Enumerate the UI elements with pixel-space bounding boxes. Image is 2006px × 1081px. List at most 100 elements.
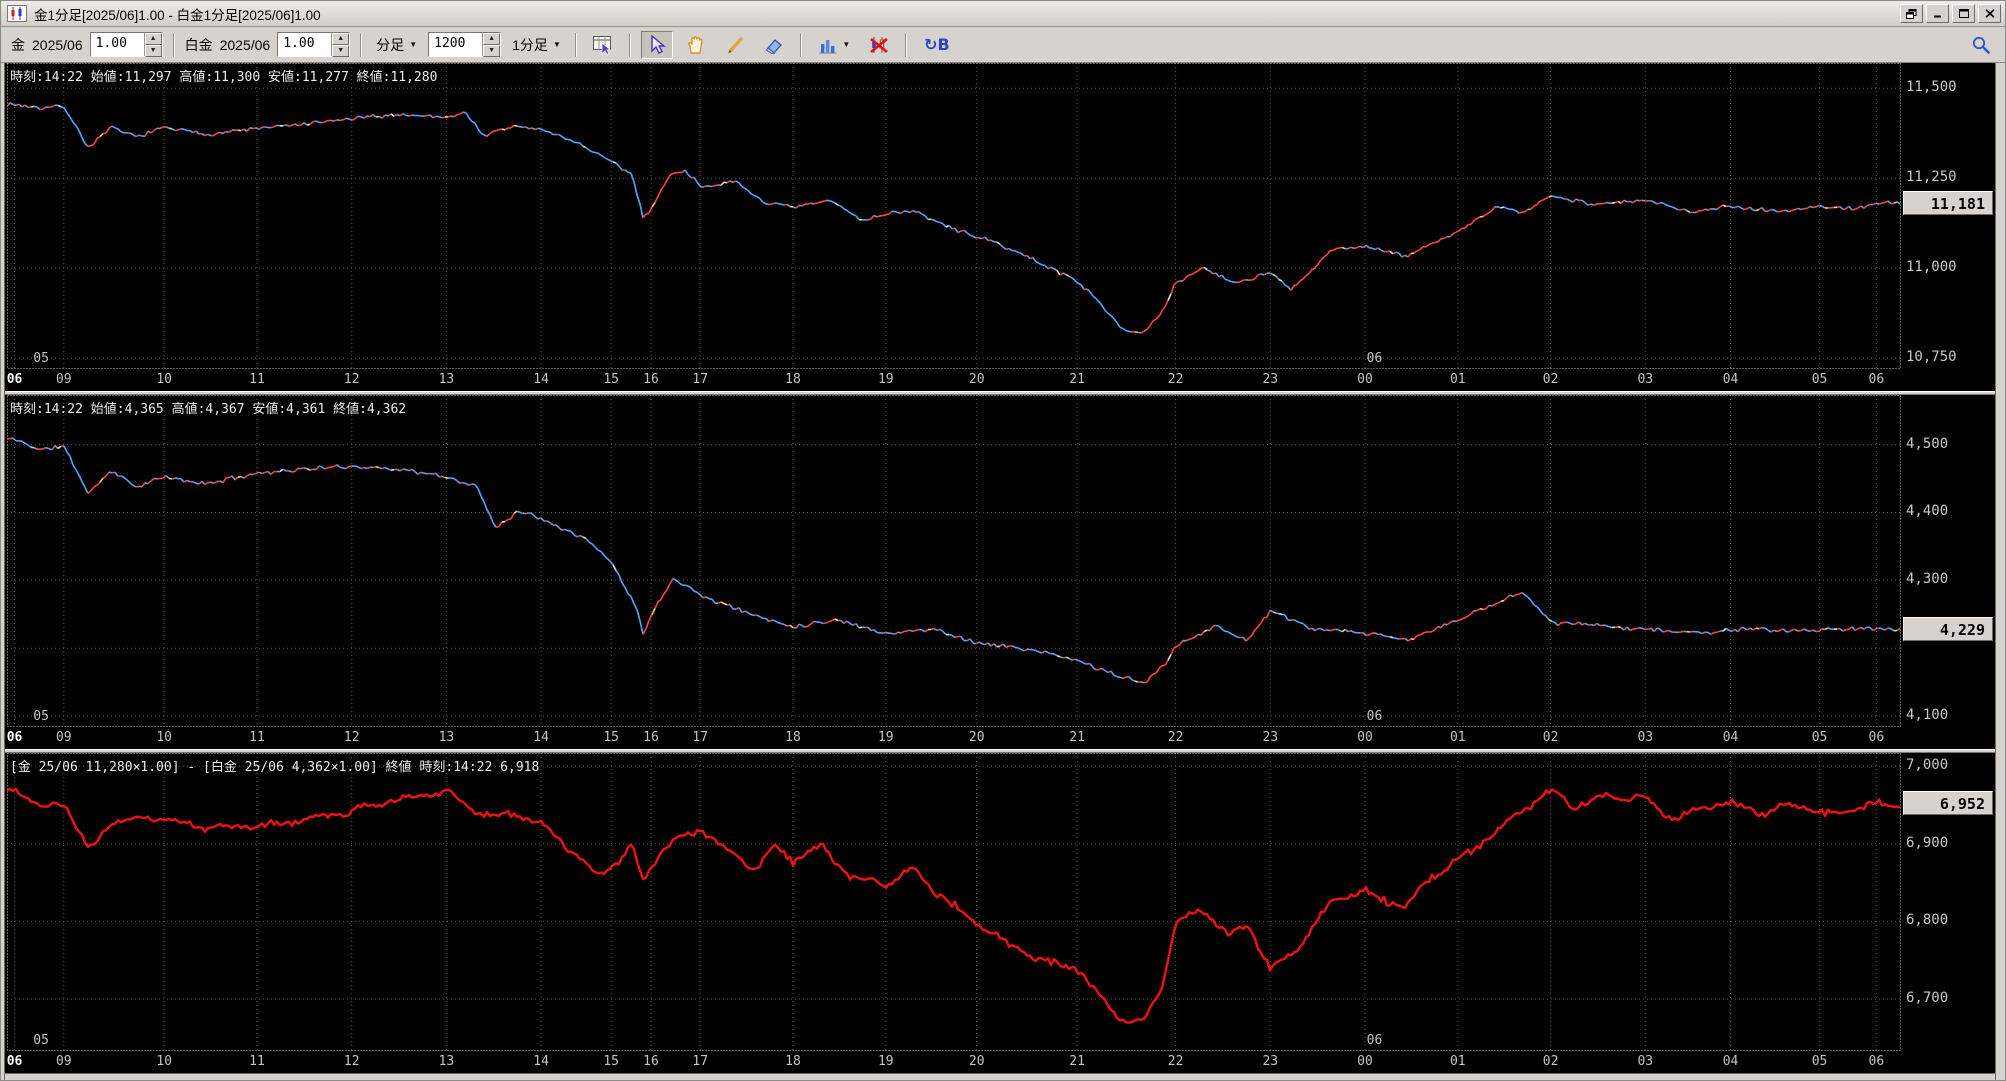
x-axis-label: 14 [533, 1054, 549, 1069]
y-axis-label: 6,700 [1906, 990, 1949, 1006]
x-axis-label: 04 [1722, 372, 1739, 387]
x-axis-label: 02 [1542, 372, 1559, 387]
platinum-contract-month[interactable]: 2025/06 [220, 37, 271, 53]
gold-time-axis: 06 09 10 11 12 13 14 15 16 17 18 19 20 21 22 23 00 01 02 03… [1, 369, 1995, 391]
platinum-price-axis: 4,500 4,400 4,300 4,100 4,229 [1903, 395, 1995, 727]
bar-count-spinner[interactable]: 1200 ▲ ▼ [428, 32, 502, 57]
window-bottom-edge [1, 1073, 2005, 1080]
x-axis-label: 15 [603, 372, 619, 387]
pan-tool-button[interactable] [680, 31, 712, 59]
window-right-edge [1995, 63, 2005, 1080]
x-axis-label: 09 [55, 730, 72, 745]
x-axis-label: 13 [438, 372, 455, 387]
x-axis-label: 13 [438, 1054, 455, 1069]
x-axis-label: 18 [785, 372, 801, 387]
y-axis-label: 11,000 [1906, 259, 1957, 276]
x-axis-label: 01 [1449, 730, 1466, 745]
spread-chart-panel: [金 25/06 11,280×1.00] - [白金 25/06 4,362×… [1, 753, 2005, 1073]
spread-time-axis: 06 09 10 11 12 13 14 15 16 17 18 19 20 21 22 23 00 01 02 03… [1, 1051, 1995, 1073]
x-axis-label: 00 [1357, 730, 1373, 745]
draw-line-button[interactable] [719, 31, 751, 59]
x-axis-label: 03 [1637, 1054, 1654, 1069]
x-axis-label: 10 [156, 1054, 173, 1069]
y-axis-label: 4,400 [1906, 503, 1949, 520]
y-axis-label: 11,500 [1906, 79, 1957, 96]
reload-icon: ↻B [924, 35, 950, 54]
spread-chart-plot[interactable]: [金 25/06 11,280×1.00] - [白金 25/06 4,362×… [7, 753, 1901, 1051]
float-window-button[interactable] [1900, 4, 1923, 23]
reload-button[interactable]: ↻B [917, 31, 957, 59]
remove-study-button[interactable] [863, 31, 895, 59]
eraser-icon [765, 38, 782, 54]
platinum-chart-plot[interactable]: 時刻:14:22 始値:4,365 高値:4,367 安値:4,361 終値:4… [7, 395, 1901, 727]
x-axis-label: 23 [1262, 1054, 1279, 1069]
interval-dropdown[interactable]: 1分足 ▼ [508, 33, 565, 57]
cursor-arrow-icon [651, 34, 666, 54]
platinum-chart-panel: 時刻:14:22 始値:4,365 高値:4,367 安値:4,361 終値:4… [1, 395, 2005, 749]
window-title: 金1分足[2025/06]1.00 - 白金1分足[2025/06]1.00 [34, 7, 321, 23]
x-axis-label: 10 [156, 372, 173, 387]
platinum-symbol-label: 白金 [184, 36, 213, 53]
x-axis-label: 06 [6, 1054, 23, 1069]
toolbar-separator [628, 32, 631, 57]
last-price-box: 6,952 [1903, 791, 1993, 816]
close-button[interactable] [1978, 4, 2001, 23]
gold-multiplier-arrows[interactable]: ▲ ▼ [143, 33, 162, 57]
date-label: 06 [1366, 1033, 1383, 1048]
x-axis-label: 05 [1811, 730, 1828, 745]
bar-count-arrows[interactable]: ▲ ▼ [482, 33, 501, 57]
gold-symbol-label: 金 [11, 36, 25, 53]
x-axis-label: 05 [1811, 372, 1828, 387]
data-window-icon [592, 35, 611, 55]
x-axis-label: 04 [1722, 1054, 1739, 1069]
x-axis-label: 21 [1069, 372, 1085, 387]
zoom-search-button[interactable] [1965, 31, 1997, 59]
panel-separator [1, 749, 2005, 753]
panel-separator [1, 391, 2005, 395]
toolbar-separator [574, 32, 577, 57]
app-icon [7, 5, 27, 22]
pointer-tool-button[interactable] [640, 30, 673, 59]
toolbar: 金 2025/06 1.00 ▲ ▼ 白金 2025/06 1.00 ▲ ▼ 分足 … [1, 27, 2005, 63]
date-label: 06 [1366, 709, 1383, 724]
eraser-button[interactable] [758, 31, 790, 59]
gold-price-axis: 11,500 11,250 11,000 10,750 11,181 [1903, 63, 1995, 369]
platinum-multiplier-arrows[interactable]: ▲ ▼ [331, 33, 350, 57]
spread-price-axis: 7,000 6,900 6,800 6,700 6,952 [1903, 753, 1995, 1051]
toolbar-separator [799, 32, 802, 57]
y-axis-label: 6,800 [1906, 912, 1949, 929]
x-axis-label: 14 [533, 730, 549, 745]
x-axis-label: 06 [1868, 1054, 1885, 1069]
x-axis-label: 13 [438, 730, 455, 745]
x-axis-label: 18 [785, 1054, 801, 1069]
window-controls [1900, 4, 2001, 23]
date-label: 06 [1366, 351, 1383, 366]
gold-chart-plot[interactable]: 時刻:14:22 始値:11,297 高値:11,300 安値:11,277 終… [7, 63, 1901, 369]
x-axis-label: 17 [692, 1054, 709, 1069]
toolbar-separator [360, 32, 363, 57]
x-axis-label: 22 [1167, 730, 1184, 745]
chart-type-button[interactable]: ▼ [812, 31, 856, 59]
platinum-multiplier-value: 1.00 [283, 36, 315, 51]
period-type-dropdown[interactable]: 分足 ▼ [372, 33, 421, 57]
minimize-button[interactable] [1926, 4, 1949, 23]
date-label: 05 [33, 351, 49, 366]
x-axis-label: 17 [692, 730, 709, 745]
x-axis-label: 19 [877, 1054, 894, 1069]
data-window-button[interactable] [587, 31, 619, 59]
platinum-multiplier-spinner[interactable]: 1.00 ▲ ▼ [277, 32, 351, 57]
gold-multiplier-spinner[interactable]: 1.00 ▲ ▼ [89, 32, 163, 57]
x-axis-label: 17 [692, 372, 709, 387]
x-axis-label: 12 [343, 730, 360, 745]
x-axis-label: 20 [968, 1054, 985, 1069]
platinum-time-axis: 06 09 10 11 12 13 14 15 16 17 18 19 20 21 22 23 00 01 02 03… [1, 727, 1995, 749]
platinum-ohlc-readout: 時刻:14:22 始値:4,365 高値:4,367 安値:4,361 終値:4… [10, 402, 407, 417]
maximize-button[interactable] [1952, 4, 1975, 23]
pencil-icon [728, 36, 743, 53]
y-axis-label: 4,300 [1906, 571, 1949, 588]
date-label: 05 [33, 1033, 49, 1048]
x-axis-label: 14 [533, 372, 549, 387]
x-axis-label: 23 [1262, 372, 1279, 387]
titlebar: 金1分足[2025/06]1.00 - 白金1分足[2025/06]1.00 [1, 1, 2005, 27]
gold-contract-month[interactable]: 2025/06 [32, 37, 83, 53]
